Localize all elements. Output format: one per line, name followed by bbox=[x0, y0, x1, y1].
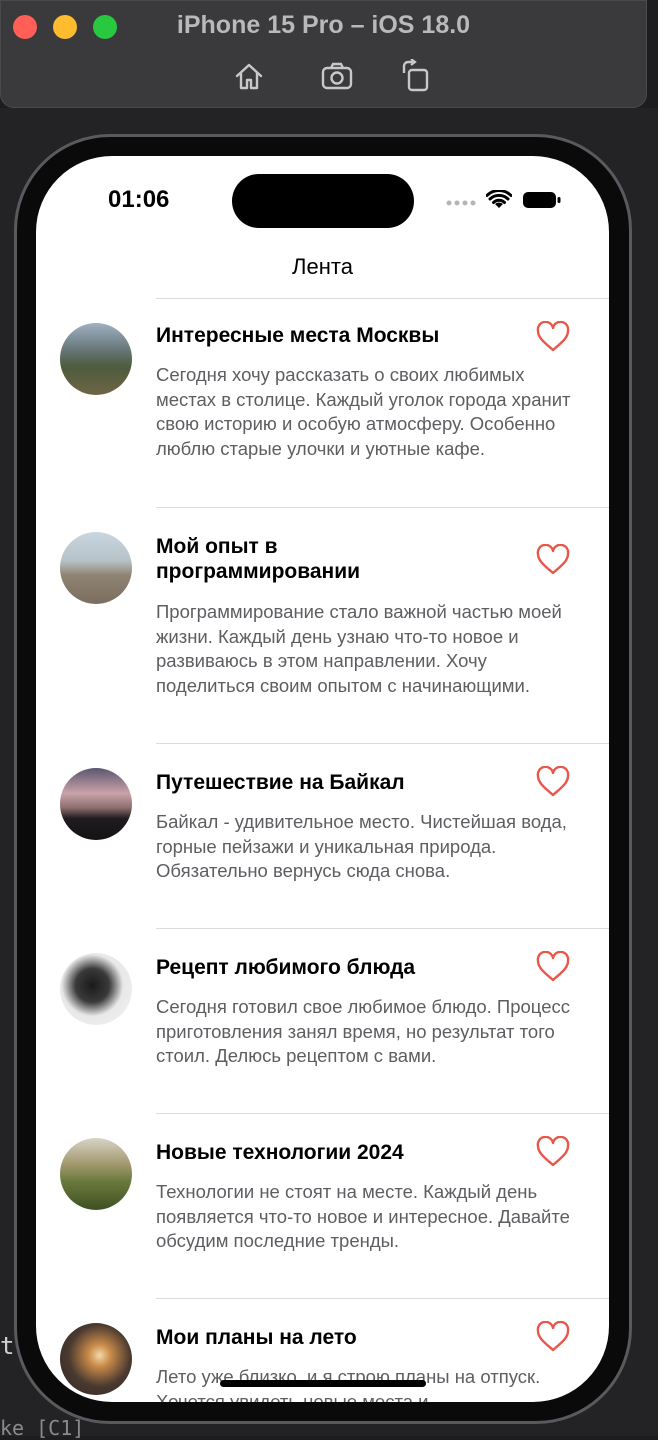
list-item[interactable]: Новые технологии 2024 Технологии не стоя… bbox=[36, 1114, 609, 1298]
heart-icon[interactable] bbox=[536, 320, 570, 353]
avatar bbox=[60, 953, 132, 1025]
window-title: iPhone 15 Pro – iOS 18.0 bbox=[176, 11, 471, 39]
post-title: Рецепт любимого блюда bbox=[156, 956, 416, 979]
post-title: Мои планы на лето bbox=[156, 1326, 357, 1349]
status-icons bbox=[446, 189, 562, 215]
screenshot-icon[interactable] bbox=[320, 59, 354, 93]
post-body: Сегодня хочу рассказать о своих любимых … bbox=[156, 364, 571, 459]
post-title: Путешествие на Байкал bbox=[156, 771, 405, 794]
heart-icon[interactable] bbox=[536, 543, 570, 576]
avatar bbox=[60, 1138, 132, 1210]
post-title: Новые технологии 2024 bbox=[156, 1141, 404, 1164]
post-body: Байкал - удивительное место. Чистейшая в… bbox=[156, 811, 567, 881]
list-item[interactable]: Интересные места Москвы Сегодня хочу рас… bbox=[36, 299, 609, 507]
battery-icon bbox=[522, 191, 562, 214]
home-icon[interactable] bbox=[232, 59, 266, 93]
wifi-icon bbox=[485, 189, 513, 215]
heart-icon[interactable] bbox=[536, 950, 570, 983]
device-screen: 01:06 Лента Интересные места Москвы Сего… bbox=[36, 156, 609, 1402]
avatar bbox=[60, 768, 132, 840]
signal-dots-icon bbox=[446, 194, 476, 212]
avatar bbox=[60, 532, 132, 604]
heart-icon[interactable] bbox=[536, 765, 570, 798]
heart-icon[interactable] bbox=[536, 1320, 570, 1353]
status-time: 01:06 bbox=[108, 186, 170, 213]
post-body: Сегодня готовил свое любимое блюдо. Проц… bbox=[156, 996, 570, 1066]
dynamic-island bbox=[232, 174, 414, 228]
nav-title: Лента bbox=[292, 254, 353, 279]
avatar bbox=[60, 323, 132, 395]
post-title: Интересные места Москвы bbox=[156, 324, 440, 347]
post-body: Программирование стало важной частью мое… bbox=[156, 601, 562, 696]
home-indicator[interactable] bbox=[220, 1380, 426, 1387]
editor-text-fragment: t bbox=[0, 1332, 15, 1360]
editor-bottom-text: ke [C1] bbox=[0, 1416, 85, 1440]
post-title: Мой опыт в программировании bbox=[156, 535, 361, 583]
rotate-icon[interactable] bbox=[399, 58, 433, 93]
post-body: Технологии не стоят на месте. Каждый ден… bbox=[156, 1181, 570, 1251]
heart-icon[interactable] bbox=[536, 1135, 570, 1168]
list-item[interactable]: Путешествие на Байкал Байкал - удивитель… bbox=[36, 744, 609, 928]
feed-list: Интересные места Москвы Сегодня хочу рас… bbox=[36, 298, 609, 1402]
list-item[interactable]: Рецепт любимого блюда Сегодня готовил св… bbox=[36, 929, 609, 1113]
avatar bbox=[60, 1323, 132, 1395]
simulator-titlebar: iPhone 15 Pro – iOS 18.0 bbox=[0, 0, 647, 108]
list-item[interactable]: Мой опыт в программировании Программиров… bbox=[36, 508, 609, 743]
